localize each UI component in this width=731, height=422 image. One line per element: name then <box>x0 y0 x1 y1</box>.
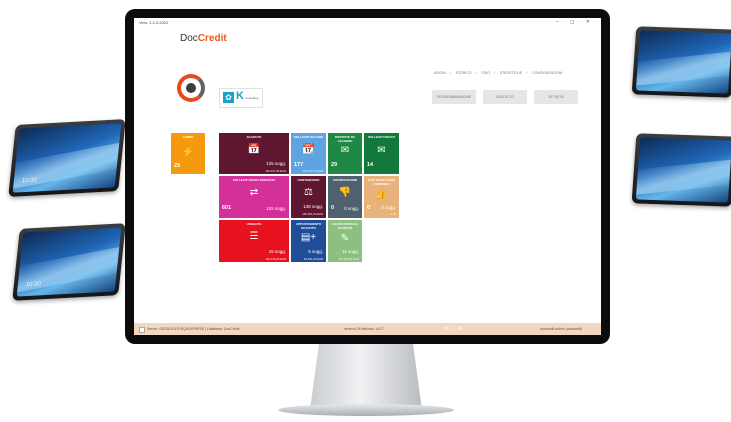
solleciti-button[interactable]: SOLLECITI <box>483 90 527 104</box>
tile-saldo-parziale[interactable]: SALDO PARZIALE SCADUTO ✎ 11 sogg. 176.47… <box>328 220 362 262</box>
tile-casi-risolti-sogg: 0 sogg. <box>381 205 396 210</box>
tile-solleciti-inviati-count: 14 <box>367 162 374 168</box>
tile-risposte-count: 29 <box>331 162 338 168</box>
tile-contenzioso-label: CONTENZIOSO <box>297 178 320 182</box>
nav-item-storico[interactable]: STORICO <box>456 71 472 75</box>
app-name: DocCredit <box>180 33 227 44</box>
server-icon <box>139 327 145 333</box>
tile-contestazioni-sogg: 0 sogg. <box>344 206 359 211</box>
tile-urgente-sogg: 15 sogg. <box>268 249 286 254</box>
people-exchange-icon: ⇄ <box>249 187 259 198</box>
tile-contenzioso-eur: 256.261,00 EUR <box>302 212 323 216</box>
tile-scaduto[interactable]: SCADUTO 📅 125 sogg. 145.167,00 EUR <box>219 133 289 174</box>
tile-solleciti-da-fare-count: 177 <box>294 162 304 168</box>
status-bar: Server: GESDOOLIT\SQLEXPRESS | Database:… <box>134 323 601 335</box>
tile-casi-risolti-eur: 0,00 <box>390 212 396 216</box>
tile-casi-risolti[interactable]: CASI RISOLTI NON CONTABILI 👍 0 0 sogg. 0… <box>364 176 399 218</box>
pencil-icon: ✎ <box>340 233 350 244</box>
tile-solleciti-inviati[interactable]: SOLLECITI INVIATI ✉ 14 <box>364 133 399 174</box>
nav-item-configurazioni[interactable]: CONFIGURAZIONI <box>532 71 562 75</box>
status-datetime: venerdì 24 febbraio 14:17 <box>344 327 384 331</box>
monitor-stand-neck <box>310 344 422 410</box>
tile-risposte-da-leggere[interactable]: RISPOSTE DA LEGGERE ✉ 29 <box>328 133 362 174</box>
tile-solleciti-senza-risposta[interactable]: SOLLECITI SENZA RISPOSTA ⇄ 601 125 sogg. <box>219 176 289 218</box>
tile-contenzioso[interactable]: CONTENZIOSO ⚖ 138 sogg. 256.261,00 EUR <box>291 176 326 218</box>
tablet-right-top-image <box>631 26 731 98</box>
envelope-icon: ✉ <box>377 145 386 156</box>
tile-casi-risolti-label: CASI RISOLTI NON CONTABILI <box>367 178 396 186</box>
calendar-grid-icon: 📆 <box>302 144 315 155</box>
tile-casi-risolti-count: 0 <box>367 205 371 211</box>
window-controls[interactable]: – ◻ ✕ <box>556 19 595 25</box>
tile-appuntamento-eur: 53.651,00 EUR <box>303 257 323 261</box>
tile-contestazioni-label: CONTESTAZIONI <box>332 178 358 182</box>
tile-senza-risposta-sogg: 125 sogg. <box>266 206 286 211</box>
partner-logo-letter: K <box>236 90 244 102</box>
tile-risposte-label: RISPOSTE DA LEGGERE <box>334 135 356 143</box>
tile-solleciti-da-fare-eur: 136.517,00 EUR <box>302 169 323 173</box>
mail-icon[interactable]: ✉ <box>445 326 449 332</box>
settings-icon[interactable]: ⚙ <box>457 326 461 332</box>
tile-appuntamento-scaduto[interactable]: APPUNTAMENTO SCADUTO ▤+ 5 sogg. 53.651,0… <box>291 220 326 262</box>
tile-solleciti-da-fare-label: SOLLECITI DA FARE <box>293 135 324 139</box>
tile-solleciti-da-fare[interactable]: SOLLECITI DA FARE 📆 177 136.517,00 EUR <box>291 133 326 174</box>
tile-lampo[interactable]: LAMPO ⚡ 29 <box>171 133 205 174</box>
list-icon: ☰ <box>249 231 259 242</box>
top-nav: AZIONI / STORICO / FIDO / STATISTICHE / CONF… <box>434 71 563 75</box>
app-window: Vers. 1.0.0.2022 – ◻ ✕ DocCredit ✿ K con… <box>134 18 601 335</box>
thumbs-up-icon: 👍 <box>375 189 388 200</box>
tile-scaduto-label: SCADUTO <box>246 135 262 139</box>
doccredit-logo-icon <box>177 74 205 102</box>
calendar-icon: 📅 <box>247 144 261 155</box>
lightning-icon: ⚡ <box>181 147 195 158</box>
tile-scaduto-sogg: 125 sogg. <box>266 161 286 166</box>
tile-solleciti-inviati-label: SOLLECITI INVIATI <box>368 135 395 139</box>
thumbs-down-icon: 👎 <box>338 187 352 198</box>
tile-saldo-parziale-eur: 176.470,00 EUR <box>338 257 359 261</box>
nav-item-azioni[interactable]: AZIONI <box>434 71 446 75</box>
tile-saldo-parziale-sogg: 11 sogg. <box>342 249 359 254</box>
tile-urgente-eur: 120.415,00 EUR <box>265 257 286 261</box>
status-server: Server: GESDOOLIT\SQLEXPRESS | Database:… <box>147 327 240 331</box>
tile-contestazioni[interactable]: CONTESTAZIONI 👎 0 0 sogg. <box>328 176 362 218</box>
monitor-frame: Vers. 1.0.0.2022 – ◻ ✕ DocCredit ✿ K con… <box>125 9 610 344</box>
app-name-accent: Credit <box>197 33 227 44</box>
nav-item-statistiche[interactable]: STATISTICHE <box>500 71 522 75</box>
tile-lampo-label: LAMPO <box>182 135 194 139</box>
envelope-icon: ✉ <box>340 145 350 156</box>
tile-appuntamento-label: APPUNTAMENTO SCADUTO <box>295 222 322 230</box>
tile-scaduto-eur: 145.167,00 EUR <box>265 169 286 173</box>
tile-appuntamento-sogg: 5 sogg. <box>308 249 323 254</box>
status-user: doccredit admin (doccredit) <box>540 327 583 331</box>
tile-contestazioni-count: 0 <box>331 205 335 211</box>
tile-urgente[interactable]: URGENTE ☰ 15 sogg. 120.415,00 EUR <box>219 220 289 262</box>
programmazione-button[interactable]: PROGRAMMAZIONE <box>432 90 476 104</box>
attivita-button[interactable]: ATTIVITÀ <box>534 90 578 104</box>
tile-urgente-label: URGENTE <box>246 222 262 226</box>
app-name-prefix: Doc <box>180 33 198 44</box>
window-title: Vers. 1.0.0.2022 <box>139 20 169 25</box>
scales-icon: ⚖ <box>304 187 313 198</box>
list-add-icon: ▤+ <box>300 232 317 243</box>
partner-logo: ✿ K consulting <box>219 88 263 108</box>
tile-contenzioso-sogg: 138 sogg. <box>303 204 323 209</box>
title-bar: Vers. 1.0.0.2022 – ◻ ✕ <box>134 18 601 29</box>
tablet-right-bottom-image <box>631 133 731 207</box>
tile-senza-risposta-count: 601 <box>222 205 232 211</box>
tile-senza-risposta-label: SOLLECITI SENZA RISPOSTA <box>232 178 276 182</box>
nav-item-fido[interactable]: FIDO <box>482 71 490 75</box>
monitor-stand-base <box>278 404 454 416</box>
tile-saldo-parziale-label: SALDO PARZIALE SCADUTO <box>331 222 359 230</box>
tablet-left-bottom-image: 10:30 <box>12 223 126 301</box>
tile-lampo-count: 29 <box>174 163 181 169</box>
tablet-left-top-image: 10:30 <box>8 119 126 197</box>
partner-logo-tagline: consulting <box>245 96 259 100</box>
paw-icon: ✿ <box>223 92 234 103</box>
